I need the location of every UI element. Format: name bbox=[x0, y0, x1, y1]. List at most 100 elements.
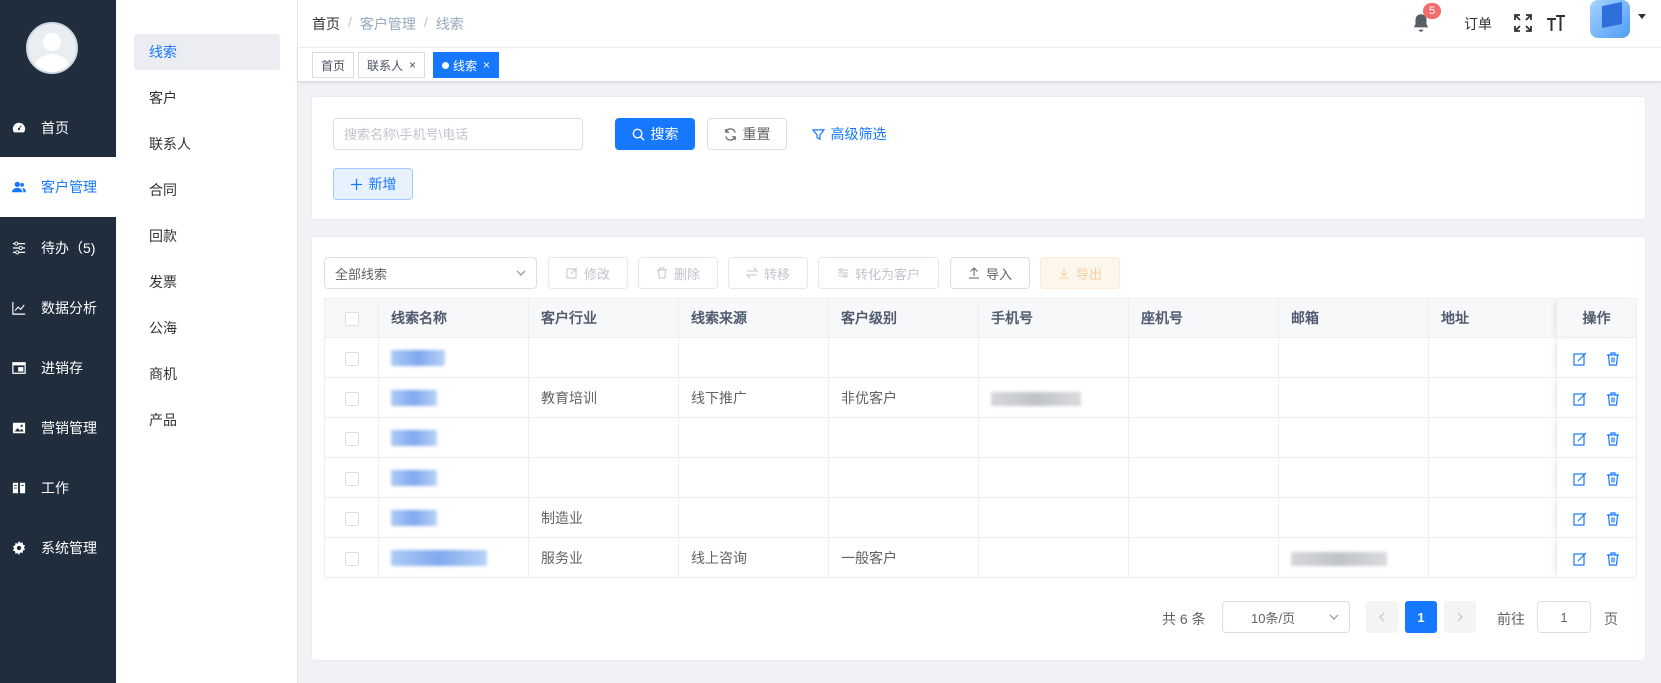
page-size-select[interactable]: 10条/页 bbox=[1222, 601, 1350, 633]
column-header[interactable]: 邮箱 bbox=[1278, 298, 1429, 338]
actions-cell bbox=[1556, 537, 1637, 578]
submenu-item-contracts[interactable]: 合同 bbox=[134, 172, 280, 208]
nav-item-label: 营销管理 bbox=[41, 420, 97, 436]
row-checkbox[interactable] bbox=[324, 457, 379, 498]
nav-item-home[interactable]: 首页 bbox=[0, 98, 116, 158]
mobile-cell bbox=[978, 417, 1129, 458]
level-cell bbox=[828, 417, 979, 458]
redacted-text bbox=[391, 430, 437, 447]
import-button[interactable]: 导入 bbox=[950, 257, 1030, 289]
trash-icon[interactable] bbox=[1606, 472, 1620, 486]
table-header-row: 线索名称 客户行业 线索来源 客户级别 手机号 座机号 邮箱 地址 操作 bbox=[324, 298, 1637, 338]
tag-contacts[interactable]: 联系人 × bbox=[358, 52, 426, 78]
trash-icon[interactable] bbox=[1606, 552, 1620, 566]
tag-label: 首页 bbox=[321, 58, 346, 73]
add-button[interactable]: 新增 bbox=[333, 168, 413, 200]
column-header[interactable]: 线索名称 bbox=[378, 298, 529, 338]
nav-item-data-analysis[interactable]: 数据分析 bbox=[0, 278, 116, 338]
submenu-item-opportunities[interactable]: 商机 bbox=[134, 356, 280, 392]
edit-icon[interactable] bbox=[1572, 472, 1587, 486]
lead-name-cell[interactable] bbox=[378, 457, 529, 498]
nav-item-marketing[interactable]: 营销管理 bbox=[0, 398, 116, 458]
redacted-text bbox=[391, 550, 487, 567]
tag-home[interactable]: 首页 bbox=[312, 52, 355, 78]
goto-page-input[interactable] bbox=[1537, 601, 1591, 633]
edit-icon[interactable] bbox=[1572, 392, 1587, 406]
column-header[interactable]: 手机号 bbox=[978, 298, 1129, 338]
breadcrumb-item[interactable]: 首页 bbox=[312, 14, 340, 34]
caret-down-icon[interactable] bbox=[1638, 14, 1646, 19]
column-header[interactable]: 客户行业 bbox=[528, 298, 679, 338]
submenu-item-customers[interactable]: 客户 bbox=[134, 80, 280, 116]
row-checkbox[interactable] bbox=[324, 537, 379, 578]
header-avatar[interactable] bbox=[1590, 0, 1630, 38]
column-header[interactable]: 地址 bbox=[1428, 298, 1557, 338]
edit-icon[interactable] bbox=[1572, 432, 1587, 446]
nav-item-inventory[interactable]: 进销存 bbox=[0, 338, 116, 398]
column-header[interactable]: 线索来源 bbox=[678, 298, 829, 338]
convert-to-customer-button[interactable]: 转化为客户 bbox=[818, 257, 939, 289]
leads-table: 线索名称 客户行业 线索来源 客户级别 手机号 座机号 邮箱 地址 操作 教育培… bbox=[324, 298, 1637, 578]
page-number-button[interactable]: 1 bbox=[1405, 601, 1437, 633]
lead-scope-select[interactable]: 全部线索 bbox=[324, 257, 537, 289]
row-checkbox[interactable] bbox=[324, 337, 379, 378]
lead-name-cell[interactable] bbox=[378, 377, 529, 418]
edit-button[interactable]: 修改 bbox=[548, 257, 628, 289]
submenu-item-public-pool[interactable]: 公海 bbox=[134, 310, 280, 346]
tag-leads[interactable]: 线索 × bbox=[433, 52, 500, 78]
submenu-item-payments[interactable]: 回款 bbox=[134, 218, 280, 254]
prev-page-button[interactable] bbox=[1366, 601, 1398, 633]
edit-icon[interactable] bbox=[1572, 512, 1587, 526]
breadcrumb: 首页 / 客户管理 / 线索 bbox=[312, 14, 464, 34]
export-button[interactable]: 导出 bbox=[1040, 257, 1120, 289]
nav-item-system[interactable]: 系统管理 bbox=[0, 518, 116, 578]
trash-icon[interactable] bbox=[1606, 352, 1620, 366]
redacted-text bbox=[391, 510, 437, 527]
phone-cell bbox=[1128, 497, 1279, 538]
page-suffix-label: 页 bbox=[1604, 611, 1618, 627]
row-checkbox[interactable] bbox=[324, 377, 379, 418]
nav-item-customer-management[interactable]: 客户管理 bbox=[0, 157, 116, 217]
delete-button[interactable]: 删除 bbox=[638, 257, 718, 289]
submenu-item-leads[interactable]: 线索 bbox=[134, 34, 280, 70]
column-header[interactable]: 座机号 bbox=[1128, 298, 1279, 338]
trash-icon[interactable] bbox=[1606, 392, 1620, 406]
row-checkbox[interactable] bbox=[324, 417, 379, 458]
actions-cell bbox=[1556, 457, 1637, 498]
lead-name-cell[interactable] bbox=[378, 417, 529, 458]
breadcrumb-separator: / bbox=[423, 14, 428, 30]
edit-icon[interactable] bbox=[1572, 552, 1587, 566]
actions-cell bbox=[1556, 377, 1637, 418]
reset-button[interactable]: 重置 bbox=[707, 118, 787, 150]
actions-cell bbox=[1556, 497, 1637, 538]
user-avatar[interactable] bbox=[26, 22, 78, 74]
submenu-item-products[interactable]: 产品 bbox=[134, 402, 280, 438]
select-all-checkbox[interactable] bbox=[324, 298, 379, 338]
next-page-button[interactable] bbox=[1444, 601, 1476, 633]
edit-icon[interactable] bbox=[1572, 352, 1587, 366]
submenu-item-contacts[interactable]: 联系人 bbox=[134, 126, 280, 162]
font-size-icon[interactable] bbox=[1546, 13, 1566, 33]
search-button[interactable]: 搜索 bbox=[615, 118, 695, 150]
transfer-button[interactable]: 转移 bbox=[728, 257, 808, 289]
column-header[interactable]: 客户级别 bbox=[828, 298, 979, 338]
nav-item-todo[interactable]: 待办（5) bbox=[0, 218, 116, 278]
fullscreen-icon[interactable] bbox=[1514, 14, 1532, 32]
trash-icon[interactable] bbox=[1606, 432, 1620, 446]
convert-button-label: 转化为客户 bbox=[854, 266, 920, 282]
submenu-item-invoices[interactable]: 发票 bbox=[134, 264, 280, 300]
search-input[interactable] bbox=[333, 118, 583, 150]
lead-name-cell[interactable] bbox=[378, 497, 529, 538]
image-icon bbox=[11, 420, 27, 436]
lead-name-cell[interactable] bbox=[378, 537, 529, 578]
address-cell bbox=[1428, 377, 1557, 418]
lead-name-cell[interactable] bbox=[378, 337, 529, 378]
chart-icon bbox=[11, 300, 27, 316]
close-icon[interactable]: × bbox=[483, 58, 490, 72]
nav-item-work[interactable]: 工作 bbox=[0, 458, 116, 518]
order-link[interactable]: 订单 bbox=[1464, 14, 1492, 34]
row-checkbox[interactable] bbox=[324, 497, 379, 538]
advanced-filter-button[interactable]: 高级筛选 bbox=[809, 118, 889, 150]
trash-icon[interactable] bbox=[1606, 512, 1620, 526]
close-icon[interactable]: × bbox=[409, 58, 416, 72]
